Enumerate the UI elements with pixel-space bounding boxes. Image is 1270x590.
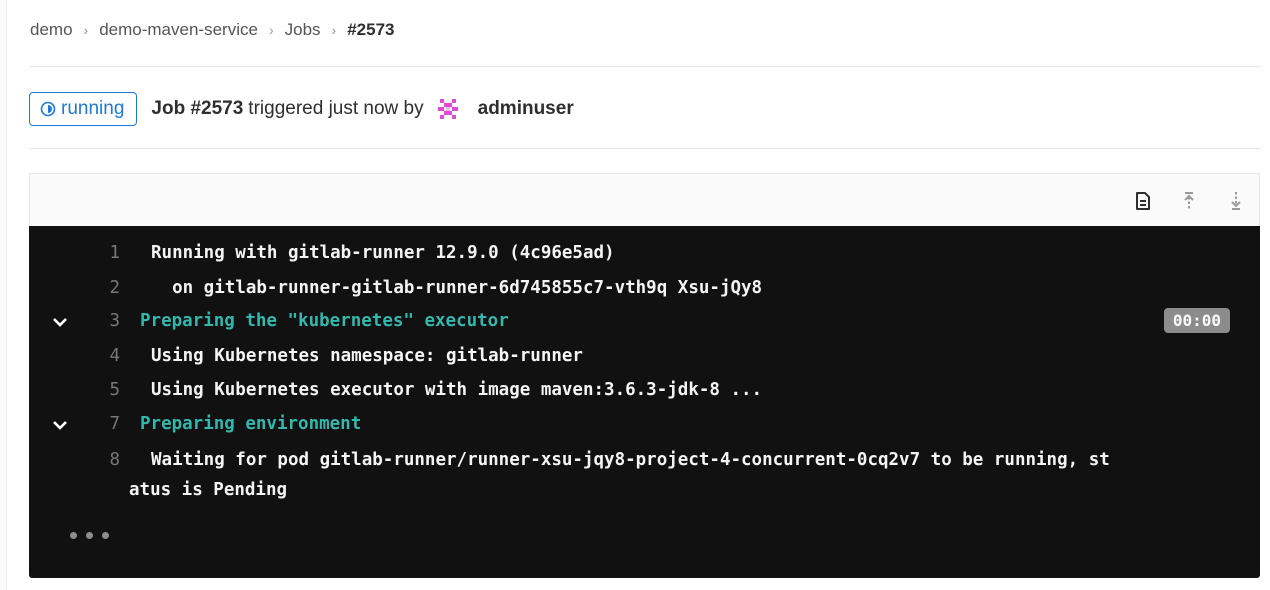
status-running-icon — [40, 101, 56, 117]
log-line: 8 Waiting for pod gitlab-runner/runner-x… — [29, 450, 1260, 484]
section-title: Preparing environment — [140, 414, 362, 434]
line-text: on gitlab-runner-gitlab-runner-6d745855c… — [151, 278, 763, 298]
breadcrumb-separator: › — [268, 22, 274, 38]
section-title: Preparing the "kubernetes" executor — [140, 311, 509, 331]
line-number[interactable]: 7 — [29, 414, 120, 434]
raw-log-icon[interactable] — [1132, 190, 1154, 212]
line-number[interactable]: 2 — [29, 278, 120, 298]
line-text: Running with gitlab-runner 12.9.0 (4c96e… — [151, 243, 615, 263]
trigger-text: triggered just now by — [248, 98, 424, 119]
log-line: 4 Using Kubernetes namespace: gitlab-run… — [29, 346, 1260, 380]
breadcrumb-project[interactable]: demo-maven-service — [99, 20, 258, 40]
job-header: running Job #2573 triggered just now by … — [29, 90, 574, 128]
line-text-continuation: atus is Pending — [129, 480, 288, 500]
header-bottom-divider — [29, 148, 1260, 149]
log-line: 5 Using Kubernetes executor with image m… — [29, 380, 1260, 414]
breadcrumb-group[interactable]: demo — [30, 20, 73, 40]
loading-dot — [70, 532, 77, 539]
breadcrumb-jobs[interactable]: Jobs — [285, 20, 321, 40]
breadcrumb-separator: › — [331, 22, 337, 38]
line-number[interactable]: 1 — [29, 243, 120, 263]
status-label: running — [61, 98, 125, 119]
loading-dot — [86, 532, 93, 539]
job-log: 1 Running with gitlab-runner 12.9.0 (4c9… — [29, 226, 1260, 578]
log-line: 2 on gitlab-runner-gitlab-runner-6d74585… — [29, 278, 1260, 312]
line-text: Waiting for pod gitlab-runner/runner-xsu… — [151, 450, 1110, 470]
line-text: Using Kubernetes namespace: gitlab-runne… — [151, 346, 583, 366]
breadcrumb-job[interactable]: #2573 — [347, 20, 394, 40]
job-id: Job #2573 — [151, 98, 244, 119]
log-line-wrap: atus is Pending — [29, 480, 1260, 514]
log-section-header[interactable]: 3 Preparing the "kubernetes" executor 00… — [29, 308, 1260, 345]
job-title: Job #2573 triggered just now by adminuse… — [151, 97, 574, 121]
header-divider — [29, 66, 1260, 67]
log-toolbar — [29, 173, 1260, 226]
line-number[interactable]: 3 — [29, 311, 120, 331]
log-section-header[interactable]: 7 Preparing environment — [29, 414, 1260, 448]
loading-indicator — [70, 532, 118, 539]
status-badge[interactable]: running — [29, 92, 138, 126]
scroll-to-bottom-icon[interactable] — [1225, 190, 1247, 212]
line-number[interactable]: 8 — [29, 450, 120, 470]
loading-dot — [102, 532, 109, 539]
breadcrumb-separator: › — [83, 22, 89, 38]
scroll-to-top-icon[interactable] — [1178, 190, 1200, 212]
left-edge — [0, 0, 7, 590]
breadcrumb: demo › demo-maven-service › Jobs › #2573 — [30, 19, 394, 41]
user-avatar[interactable] — [435, 97, 460, 121]
username-link[interactable]: adminuser — [478, 98, 574, 120]
line-number[interactable]: 4 — [29, 346, 120, 366]
log-line: 1 Running with gitlab-runner 12.9.0 (4c9… — [29, 243, 1260, 277]
line-text: Using Kubernetes executor with image mav… — [151, 380, 763, 400]
section-duration-badge: 00:00 — [1163, 308, 1230, 333]
line-number[interactable]: 5 — [29, 380, 120, 400]
